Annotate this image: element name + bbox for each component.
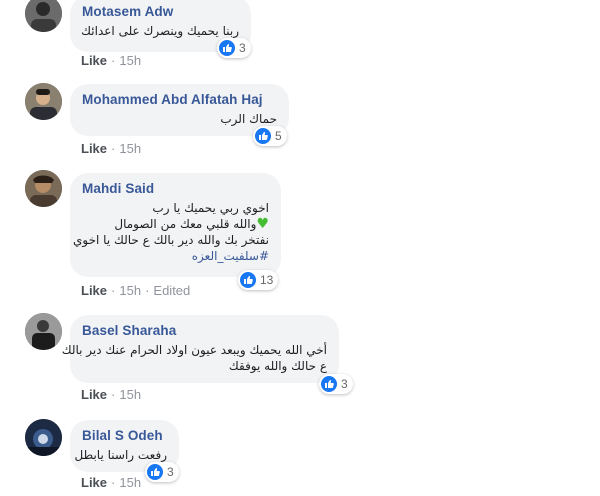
avatar[interactable] <box>25 170 62 207</box>
comment-actions: Like · 15h <box>81 53 142 68</box>
comment-author[interactable]: Mohammed Abd Alfatah Haj <box>82 92 277 107</box>
reactions-count[interactable]: 13 <box>238 270 279 290</box>
like-button[interactable]: Like <box>81 387 107 402</box>
thumbs-up-icon <box>240 272 256 288</box>
edited-label[interactable]: Edited <box>153 283 190 298</box>
comment-author[interactable]: Basel Sharaha <box>82 323 327 338</box>
comment-text: اخوي ربي يحميك يا رب ♥والله قلبي معك من … <box>73 201 269 264</box>
thumbs-up-icon <box>255 128 271 144</box>
avatar[interactable] <box>25 313 62 350</box>
timestamp[interactable]: 15h <box>119 283 141 298</box>
comment-author[interactable]: Mahdi Said <box>82 181 269 196</box>
reactions-count[interactable]: 3 <box>217 38 251 58</box>
comment-actions: Like · 15h <box>81 475 142 490</box>
timestamp[interactable]: 15h <box>119 475 141 490</box>
thumbs-up-icon <box>219 40 235 56</box>
comment-author[interactable]: Bilal S Odeh <box>82 428 167 443</box>
timestamp[interactable]: 15h <box>119 387 141 402</box>
hashtag-link[interactable]: #سلفيت_العزه <box>82 248 269 264</box>
reactions-count[interactable]: 5 <box>253 126 287 146</box>
avatar[interactable] <box>25 0 62 32</box>
avatar[interactable] <box>25 419 62 456</box>
comment-bubble: Mahdi Said اخوي ربي يحميك يا رب ♥والله ق… <box>70 173 281 277</box>
comment-actions: Like · 15h <box>81 141 142 156</box>
avatar[interactable] <box>25 83 62 120</box>
comment-text: حماك الرب <box>220 112 277 126</box>
like-button[interactable]: Like <box>81 53 107 68</box>
thumbs-up-icon <box>147 464 163 480</box>
reactions-count[interactable]: 3 <box>145 462 179 482</box>
like-button[interactable]: Like <box>81 475 107 490</box>
timestamp[interactable]: 15h <box>119 53 141 68</box>
like-button[interactable]: Like <box>81 141 107 156</box>
comment-actions: Like · 15h <box>81 387 142 402</box>
reactions-count[interactable]: 3 <box>319 374 353 394</box>
comment-actions: Like · 15h · Edited <box>81 283 191 298</box>
comment-bubble: Basel Sharaha أخي الله يحميك ويبعد عيون … <box>61 315 339 383</box>
comment-text: أخي الله يحميك ويبعد عيون اولاد الحرام ع… <box>61 343 327 373</box>
comment-author[interactable]: Motasem Adw <box>82 4 239 19</box>
thumbs-up-icon <box>321 376 337 392</box>
timestamp[interactable]: 15h <box>119 141 141 156</box>
comment-text: ربنا يحميك وينصرك على اعدائك <box>81 24 239 38</box>
comment-text: رفعت راسنا يابطل <box>74 448 167 462</box>
like-button[interactable]: Like <box>81 283 107 298</box>
green-heart-icon: ♥ <box>256 216 269 232</box>
